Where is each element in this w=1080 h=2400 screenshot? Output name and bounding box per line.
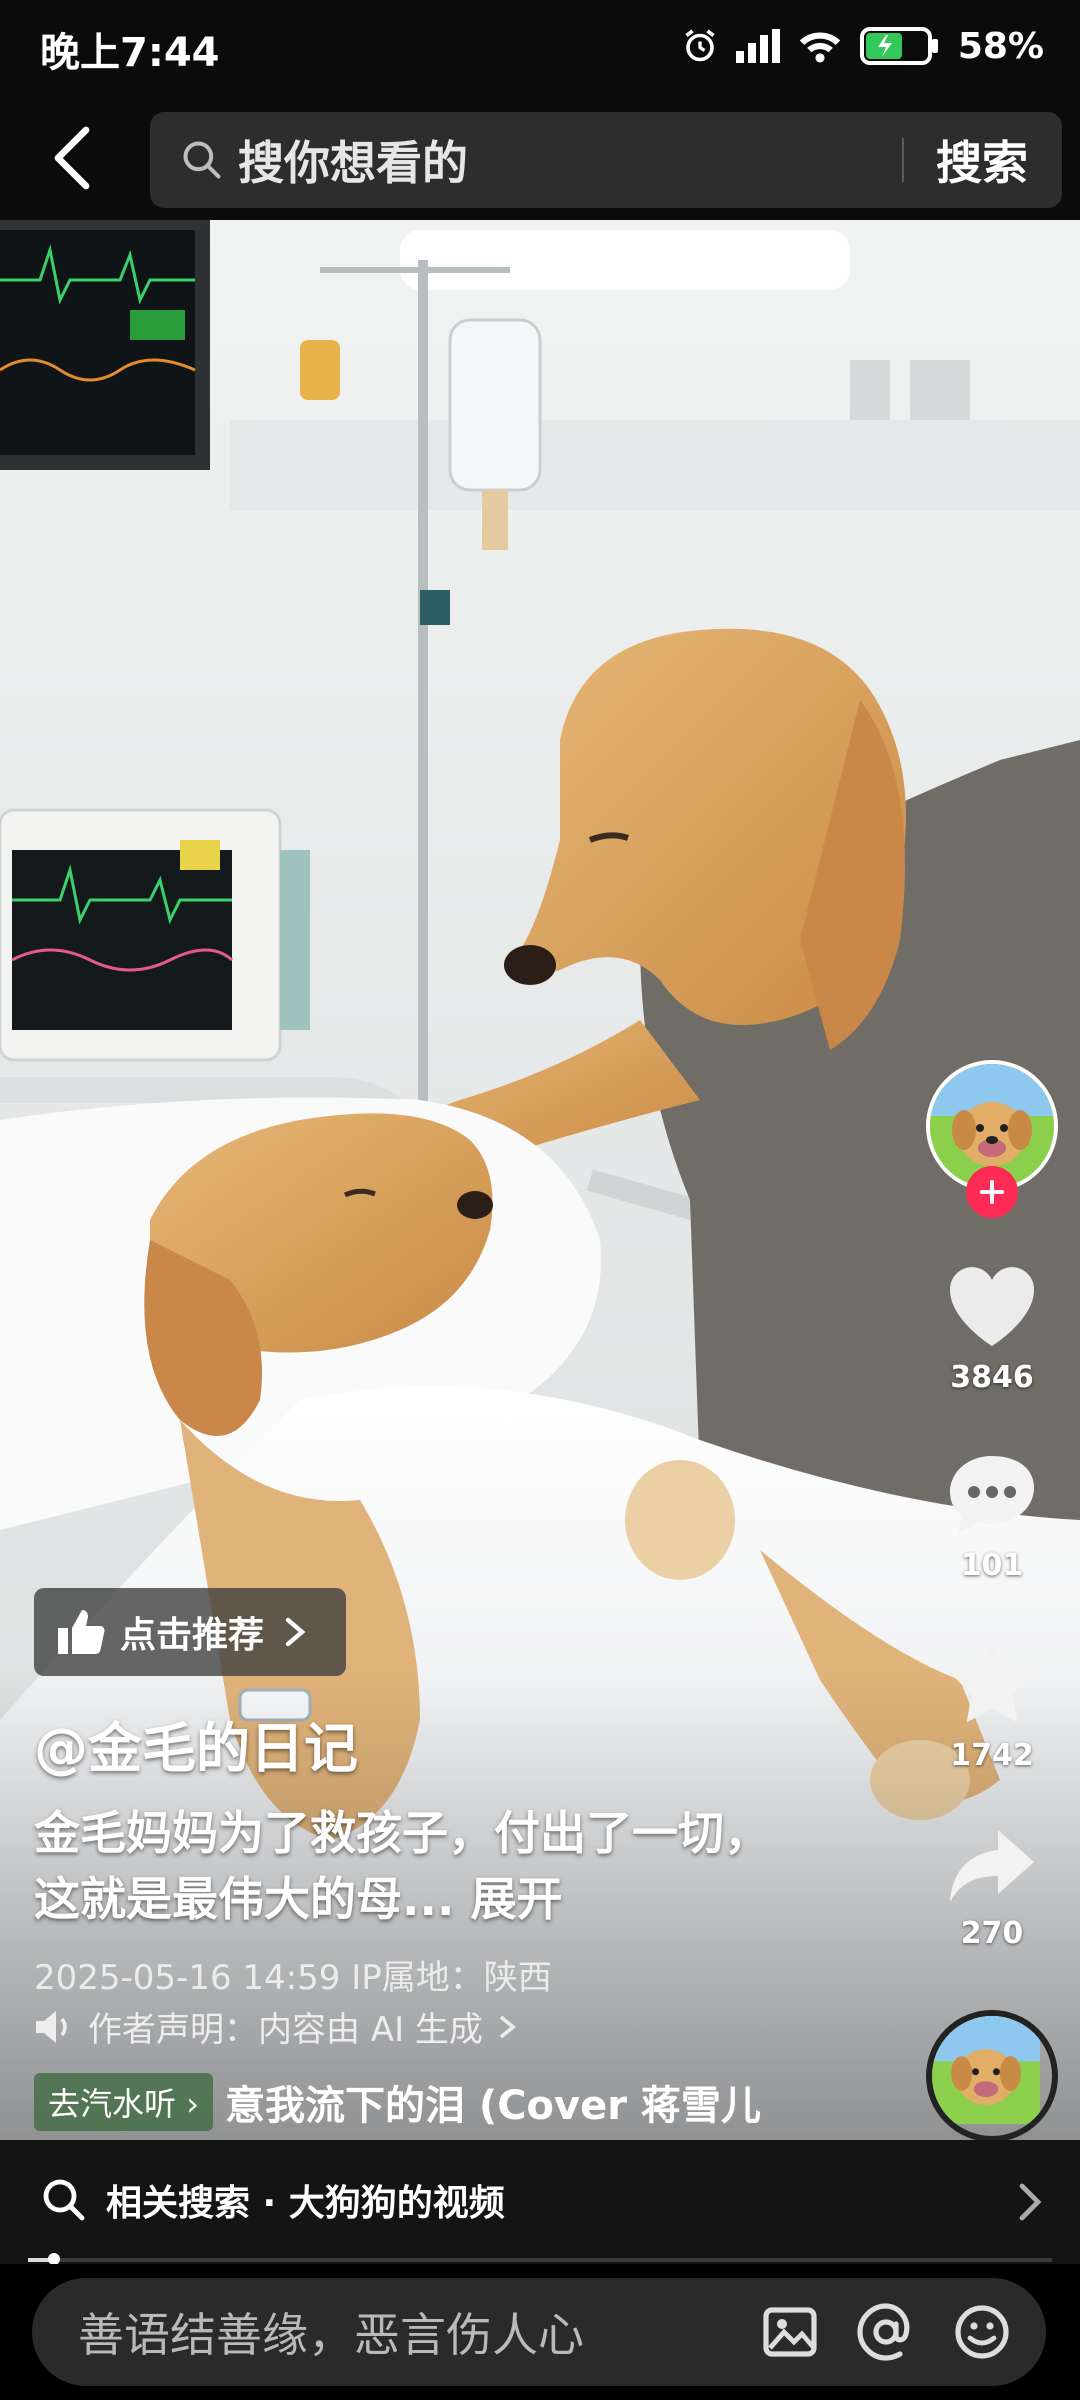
ai-notice-text: 作者声明：内容由 AI 生成 — [88, 2010, 483, 2050]
video-description: 金毛妈妈为了救孩子，付出了一切，这就是最伟大的母... 展开 — [34, 1800, 804, 1932]
star-icon — [951, 1644, 1033, 1723]
search-input[interactable]: 搜你想看的 — [238, 127, 902, 193]
favorite-button[interactable] — [946, 1640, 1038, 1732]
author-name[interactable]: @金毛的日记 — [34, 1704, 358, 1783]
back-arrow-icon — [54, 126, 90, 190]
share-button[interactable] — [946, 1826, 1038, 1910]
heart-icon — [949, 1267, 1035, 1346]
comment-button[interactable] — [946, 1452, 1038, 1542]
comment-placeholder: 善语结善缘，恶言伤人心 — [78, 2308, 584, 2362]
like-count: 3846 — [950, 1360, 1034, 1395]
video-progress-bar[interactable] — [28, 2253, 1052, 2265]
music-app-tag[interactable]: 去汽水听 › — [34, 2073, 213, 2131]
chevron-right-icon — [1019, 2183, 1042, 2221]
share-count: 270 — [960, 1916, 1024, 1951]
back-button[interactable] — [36, 118, 116, 198]
status-bar: 晚上7:44 58% — [0, 0, 1080, 92]
progress-fill — [28, 2258, 50, 2262]
comment-group: 101 — [922, 1452, 1062, 1583]
status-time: 晚上7:44 — [40, 30, 220, 76]
search-divider — [902, 138, 904, 182]
thumbs-up-icon — [58, 1610, 105, 1654]
search-header: 搜你想看的 搜索 — [0, 92, 1080, 220]
like-button[interactable] — [944, 1260, 1040, 1354]
music-disc[interactable] — [926, 2010, 1058, 2140]
search-icon — [43, 2179, 85, 2221]
like-group: 3846 — [922, 1260, 1062, 1395]
chevron-right-icon — [499, 2015, 516, 2038]
ai-notice[interactable]: 作者声明：内容由 AI 生成 — [34, 2002, 517, 2051]
search-button[interactable]: 搜索 — [936, 127, 1028, 193]
share-arrow-icon — [950, 1830, 1034, 1902]
comment-bubble-icon — [950, 1456, 1034, 1534]
music-title: 意我流下的泪 (Cover 蒋雪儿 — [224, 2083, 761, 2129]
creator-avatar-group — [922, 1060, 1062, 1218]
related-search-bar[interactable]: 相关搜索 · 大狗狗的视频 — [0, 2140, 1080, 2264]
music-tag-label: 去汽水听 — [48, 2085, 177, 2123]
wifi-icon — [798, 29, 842, 63]
battery-percent: 58% — [957, 25, 1044, 67]
music-row[interactable]: 去汽水听 › 意我流下的泪 (Cover 蒋雪儿 — [34, 2073, 845, 2131]
comment-count: 101 — [960, 1548, 1024, 1583]
battery-icon — [859, 27, 940, 65]
alarm-icon — [682, 28, 718, 64]
speaker-notice-icon — [36, 2010, 67, 2043]
related-search-text: 相关搜索 · 大狗狗的视频 — [106, 2183, 505, 2224]
search-box[interactable]: 搜你想看的 搜索 — [150, 112, 1062, 208]
publish-meta: 2025-05-16 14:59 IP属地：陕西 — [34, 1958, 552, 1998]
favorite-count: 1742 — [950, 1738, 1034, 1773]
image-icon[interactable] — [758, 2300, 822, 2364]
share-group: 270 — [922, 1826, 1062, 1951]
expand-link[interactable]: 展开 — [470, 1872, 562, 1926]
description-text: 金毛妈妈为了救孩子，付出了一切，这就是最伟大的母... — [34, 1806, 770, 1926]
comment-bar: 善语结善缘，恶言伤人心 — [0, 2264, 1080, 2400]
status-right: 58% — [682, 18, 1044, 74]
favorite-group: 1742 — [922, 1640, 1062, 1773]
signal-icon — [735, 29, 780, 63]
emoji-icon[interactable] — [950, 2300, 1014, 2364]
mention-icon[interactable] — [854, 2300, 918, 2364]
follow-button[interactable] — [966, 1166, 1018, 1218]
comment-input[interactable]: 善语结善缘，恶言伤人心 — [32, 2278, 1046, 2386]
music-disc-image — [932, 2016, 1040, 2124]
music-disc-group — [922, 2010, 1062, 2140]
plus-icon — [980, 1180, 1004, 1204]
recommend-label: 点击推荐 — [120, 1615, 265, 1656]
chevron-right-icon — [285, 1617, 306, 1647]
search-icon — [183, 141, 221, 179]
recommend-button[interactable]: 点击推荐 — [34, 1588, 346, 1676]
